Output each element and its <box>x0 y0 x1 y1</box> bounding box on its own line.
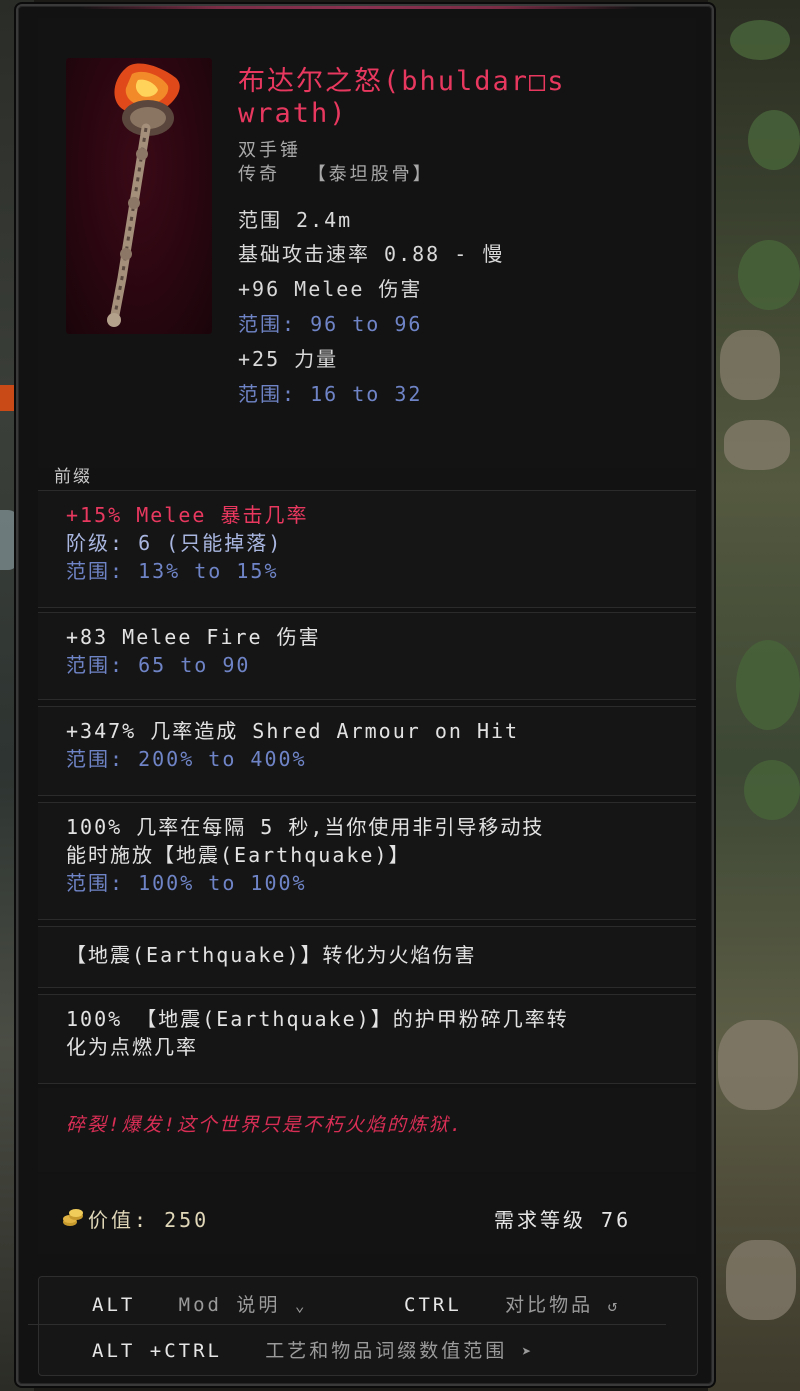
affix-row[interactable]: +15% Melee 暴击几率 阶级: 6 (只能掉落) 范围: 13% to … <box>38 490 696 608</box>
implicit-stat: +96 Melee 伤害 <box>238 277 423 301</box>
item-lore: 碎裂!爆发!这个世界只是不朽火焰的炼狱. <box>38 1088 696 1172</box>
affix-text: 【地震(Earthquake)】转化为火焰伤害 <box>66 943 477 967</box>
background-right <box>708 0 800 1391</box>
affix-text-line: 100% 几率在每隔 5 秒,当你使用非引导移动技 <box>66 815 545 839</box>
implicit-range: 范围: 16 to 32 <box>238 382 423 406</box>
affix-row[interactable]: 【地震(Earthquake)】转化为火焰伤害 <box>38 926 696 988</box>
background-ember <box>0 385 16 411</box>
level-requirement: 需求等级 76 <box>494 1208 632 1232</box>
hint-key: CTRL <box>404 1294 462 1316</box>
item-rarity-base: 传奇 【泰坦股骨】 <box>238 160 434 186</box>
hint-key: ALT <box>92 1294 136 1316</box>
hint-desc: Mod 说明 <box>178 1294 281 1316</box>
affix-text: +83 Melee Fire 伤害 <box>66 625 321 649</box>
hint-desc: 对比物品 <box>505 1294 594 1316</box>
background-leaf <box>744 760 800 820</box>
affix-row[interactable]: 100% 几率在每隔 5 秒,当你使用非引导移动技 能时施放【地震(Earthq… <box>38 802 696 920</box>
hint-divider <box>28 1324 666 1325</box>
item-tooltip: 布达尔之怒(bhuldar□s wrath) 双手锤 传奇 【泰坦股骨】 范围 … <box>16 4 714 1386</box>
affix-row[interactable]: 100% 【地震(Earthquake)】的护甲粉碎几率转 化为点燃几率 <box>38 994 696 1084</box>
item-header: 布达尔之怒(bhuldar□s wrath) 双手锤 传奇 【泰坦股骨】 范围 … <box>38 18 696 468</box>
affix-range: 范围: 200% to 400% <box>66 747 307 771</box>
background-leaf <box>748 110 800 170</box>
item-name: 布达尔之怒(bhuldar□s wrath) <box>238 66 566 129</box>
item-base: 【泰坦股骨】 <box>307 164 434 185</box>
implicit-stat: +25 力量 <box>238 347 339 371</box>
background-stone <box>720 330 780 400</box>
hint-alt[interactable]: ALT Mod 说明 ⌄ <box>92 1290 308 1317</box>
item-range: 范围 2.4m <box>238 208 353 232</box>
tooltip-top-accent <box>78 6 638 9</box>
affix-text-line: 化为点燃几率 <box>66 1035 198 1059</box>
item-type: 双手锤 <box>238 140 301 161</box>
item-rarity: 传奇 <box>238 164 280 185</box>
background-leaf <box>736 640 800 730</box>
affix-row[interactable]: +83 Melee Fire 伤害 范围: 65 to 90 <box>38 612 696 700</box>
background-leaf <box>738 240 800 310</box>
affix-text-line: 能时施放【地震(Earthquake)】 <box>66 843 411 867</box>
implicit-range: 范围: 96 to 96 <box>238 312 423 336</box>
chevron-down-icon: ⌄ <box>294 1296 308 1315</box>
hammer-icon <box>66 58 212 334</box>
hint-ctrl[interactable]: CTRL 对比物品 ↺ <box>404 1290 620 1317</box>
prefix-section-label: 前缀 <box>54 467 92 487</box>
background-stone <box>726 1240 796 1320</box>
affix-text: +15% Melee 暴击几率 <box>66 503 309 527</box>
hint-desc: 工艺和物品词缀数值范围 <box>265 1340 508 1362</box>
affix-text-line: 100% 【地震(Earthquake)】的护甲粉碎几率转 <box>66 1007 569 1031</box>
compare-icon: ↺ <box>607 1296 621 1315</box>
background-stone <box>718 1020 798 1110</box>
affix-tier: 阶级: 6 (只能掉落) <box>66 531 283 555</box>
affix-row[interactable]: +347% 几率造成 Shred Armour on Hit 范围: 200% … <box>38 706 696 796</box>
item-value: 价值: 250 <box>88 1208 210 1232</box>
item-attack-speed: 基础攻击速率 0.88 - 慢 <box>238 242 505 266</box>
hint-alt-ctrl[interactable]: ALT +CTRL 工艺和物品词缀数值范围 ➤ <box>92 1336 534 1363</box>
background-leaf <box>730 20 790 60</box>
hint-key: ALT +CTRL <box>92 1340 222 1362</box>
cursor-icon: ➤ <box>521 1342 535 1361</box>
gold-coin-icon <box>62 1208 84 1228</box>
background-stone <box>724 420 790 470</box>
affix-range: 范围: 13% to 15% <box>66 559 279 583</box>
affix-range: 范围: 100% to 100% <box>66 871 307 895</box>
affix-text: +347% 几率造成 Shred Armour on Hit <box>66 719 520 743</box>
affix-range: 范围: 65 to 90 <box>66 653 251 677</box>
